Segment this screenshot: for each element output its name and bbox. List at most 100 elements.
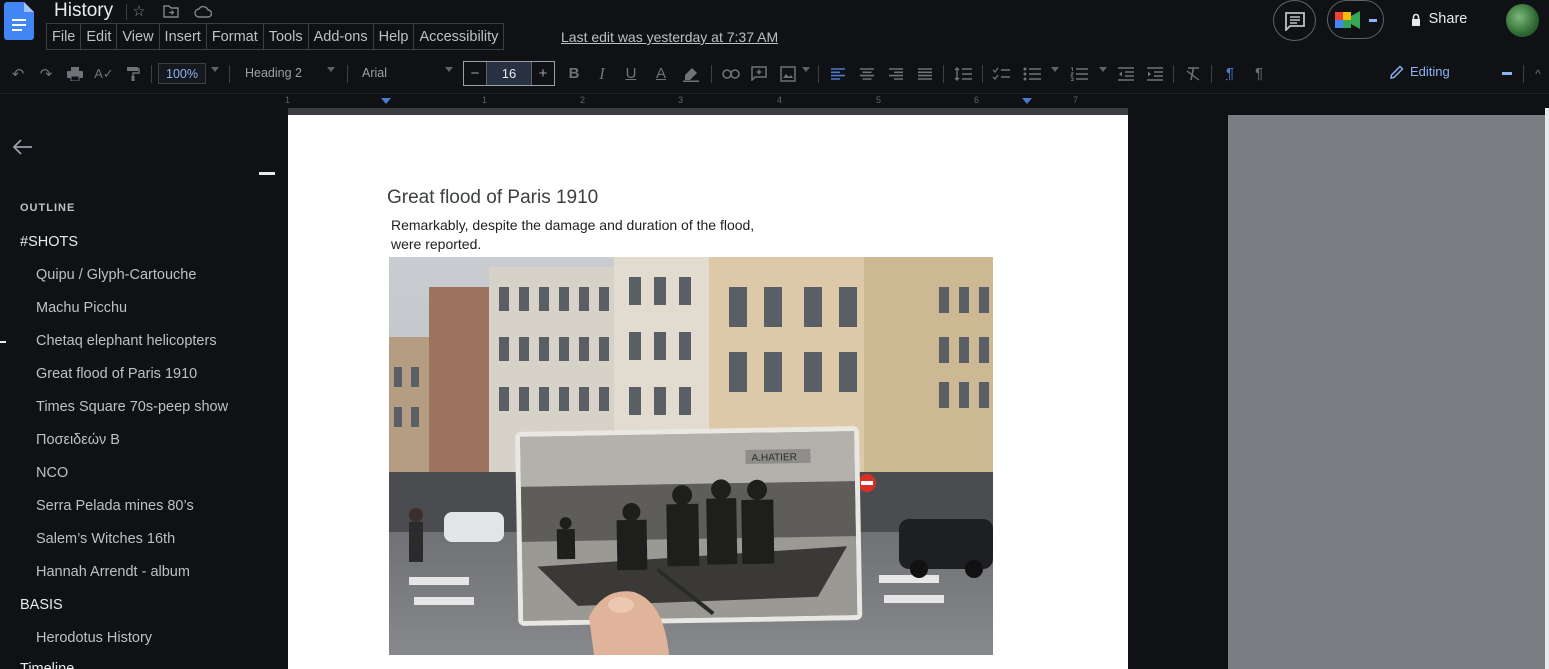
outline-item[interactable]: Herodotus History (36, 630, 152, 646)
underline-icon[interactable]: U (621, 54, 641, 93)
text-color-icon[interactable]: A (650, 54, 672, 93)
body-paragraph[interactable]: Remarkably, despite the damage and durat… (391, 216, 811, 254)
chevron-down-icon[interactable] (445, 67, 453, 72)
checklist-icon[interactable] (990, 54, 1012, 93)
outline-item[interactable]: Salem’s Witches 16th (36, 531, 175, 547)
outline-item[interactable]: Quipu / Glyph-Cartouche (36, 267, 196, 283)
zoom-select[interactable]: 100% (158, 63, 206, 84)
style-select[interactable]: Heading 2 (245, 66, 302, 80)
left-indent-marker[interactable] (381, 98, 391, 104)
chevron-down-icon[interactable] (211, 67, 219, 72)
outline-item[interactable]: Machu Picchu (36, 300, 127, 316)
last-edit-link[interactable]: Last edit was yesterday at 7:37 AM (561, 29, 778, 45)
meet-button[interactable] (1327, 0, 1384, 39)
menu-addons[interactable]: Add-ons (307, 23, 374, 50)
docs-app: History ☆ File Edit View Insert Format T… (0, 0, 1549, 669)
ruler-scale: 1 1 2 3 4 5 6 7 (285, 94, 1128, 109)
rtl-text-icon[interactable]: ¶ (1248, 54, 1270, 93)
menu-bar: File Edit View Insert Format Tools Add-o… (46, 23, 505, 50)
avatar[interactable] (1506, 4, 1539, 37)
decrease-indent-icon[interactable] (1115, 54, 1137, 93)
comments-button[interactable] (1273, 0, 1316, 41)
bold-icon[interactable]: B (564, 54, 584, 93)
move-folder-icon[interactable] (160, 2, 182, 20)
right-indent-marker[interactable] (1022, 98, 1032, 104)
increase-indent-icon[interactable] (1144, 54, 1166, 93)
bulleted-list-icon[interactable] (1021, 54, 1043, 93)
numbered-list-icon[interactable] (1068, 54, 1090, 93)
decrease-font-size-button[interactable]: − (464, 62, 486, 85)
image-icon[interactable] (777, 54, 799, 93)
menu-format[interactable]: Format (205, 23, 264, 50)
outline-item[interactable]: Ποσειδεών Β (36, 432, 120, 448)
toolbar-divider (151, 65, 152, 83)
menu-view[interactable]: View (116, 23, 160, 50)
link-icon[interactable] (720, 54, 742, 93)
font-size-input[interactable]: 16 (486, 62, 532, 85)
menu-tools[interactable]: Tools (262, 23, 309, 50)
app-header: History ☆ File Edit View Insert Format T… (0, 0, 1549, 54)
editing-mode-select[interactable]: Editing (1390, 64, 1450, 79)
comment-add-icon[interactable] (748, 54, 770, 93)
ruler-number: 4 (777, 95, 783, 105)
chevron-down-icon (1368, 18, 1377, 22)
undo-icon[interactable]: ↶ (6, 54, 30, 93)
align-left-icon[interactable] (827, 54, 849, 93)
outline-item[interactable]: Serra Pelada mines 80’s (36, 498, 194, 514)
back-arrow-icon[interactable] (12, 136, 36, 160)
font-select[interactable]: Arial (362, 66, 387, 80)
chevron-down-icon[interactable] (327, 67, 335, 72)
spellcheck-icon[interactable]: A✓ (92, 54, 116, 93)
menu-edit[interactable]: Edit (80, 23, 118, 50)
chevron-down-icon[interactable] (1051, 67, 1059, 72)
hide-menus-icon[interactable] (1500, 54, 1514, 93)
align-right-icon[interactable] (885, 54, 907, 93)
section-heading[interactable]: Great flood of Paris 1910 (387, 187, 598, 209)
toolbar-divider (943, 65, 944, 83)
print-icon[interactable] (63, 54, 87, 93)
horizontal-ruler[interactable]: 1 1 2 3 4 5 6 7 (0, 93, 1549, 108)
menu-help[interactable]: Help (372, 23, 415, 50)
italic-icon[interactable]: I (592, 54, 612, 93)
outline-item[interactable]: Chetaq elephant helicopters (36, 333, 217, 349)
ltr-text-icon[interactable]: ¶ (1219, 54, 1241, 93)
scrollbar[interactable] (1545, 108, 1549, 669)
body-line: were reported. (391, 236, 482, 252)
editing-label: Editing (1410, 64, 1450, 79)
outline-item[interactable]: Hannah Arrendt - album (36, 564, 190, 580)
cloud-status-icon[interactable] (192, 2, 214, 20)
outline-item[interactable]: #SHOTS (20, 234, 78, 250)
toolbar-divider (711, 65, 712, 83)
outline-item[interactable]: Timeline (20, 661, 74, 669)
docs-logo-icon[interactable] (4, 2, 34, 40)
menu-accessibility[interactable]: Accessibility (413, 23, 505, 50)
line-spacing-icon[interactable] (952, 54, 974, 93)
align-center-icon[interactable] (856, 54, 878, 93)
document-title[interactable]: History (54, 0, 113, 22)
title-icons: ☆ (128, 2, 214, 20)
increase-font-size-button[interactable]: + (532, 62, 554, 85)
active-heading-indicator (0, 341, 6, 343)
collapse-outline-button[interactable] (259, 172, 275, 175)
chevron-up-icon[interactable]: ^ (1531, 54, 1545, 93)
chevron-down-icon[interactable] (1099, 67, 1107, 72)
outline-item[interactable]: Great flood of Paris 1910 (36, 366, 197, 382)
menu-file[interactable]: File (46, 23, 82, 50)
toolbar: ↶ ↷ A✓ 100% Heading 2 Arial − 16 + B I U… (0, 54, 1549, 93)
menu-insert[interactable]: Insert (158, 23, 207, 50)
star-icon[interactable]: ☆ (128, 2, 150, 20)
highlight-icon[interactable] (680, 54, 702, 93)
share-button[interactable]: Share (1397, 0, 1481, 38)
paris-flood-photo[interactable]: A.HATIER (389, 257, 993, 655)
chevron-down-icon[interactable] (802, 67, 810, 72)
outline-item[interactable]: BASIS (20, 597, 63, 613)
clear-formatting-icon[interactable] (1182, 54, 1204, 93)
paint-format-icon[interactable] (121, 54, 145, 93)
document-page[interactable]: Great flood of Paris 1910 Remarkably, de… (288, 115, 1128, 669)
outline-item[interactable]: Times Square 70s-peep show (36, 399, 228, 415)
outline-item[interactable]: NCO (36, 465, 68, 481)
justify-icon[interactable] (914, 54, 936, 93)
ruler-number: 3 (678, 95, 684, 105)
redo-icon[interactable]: ↷ (34, 54, 58, 93)
font-size-control: − 16 + (463, 61, 555, 86)
